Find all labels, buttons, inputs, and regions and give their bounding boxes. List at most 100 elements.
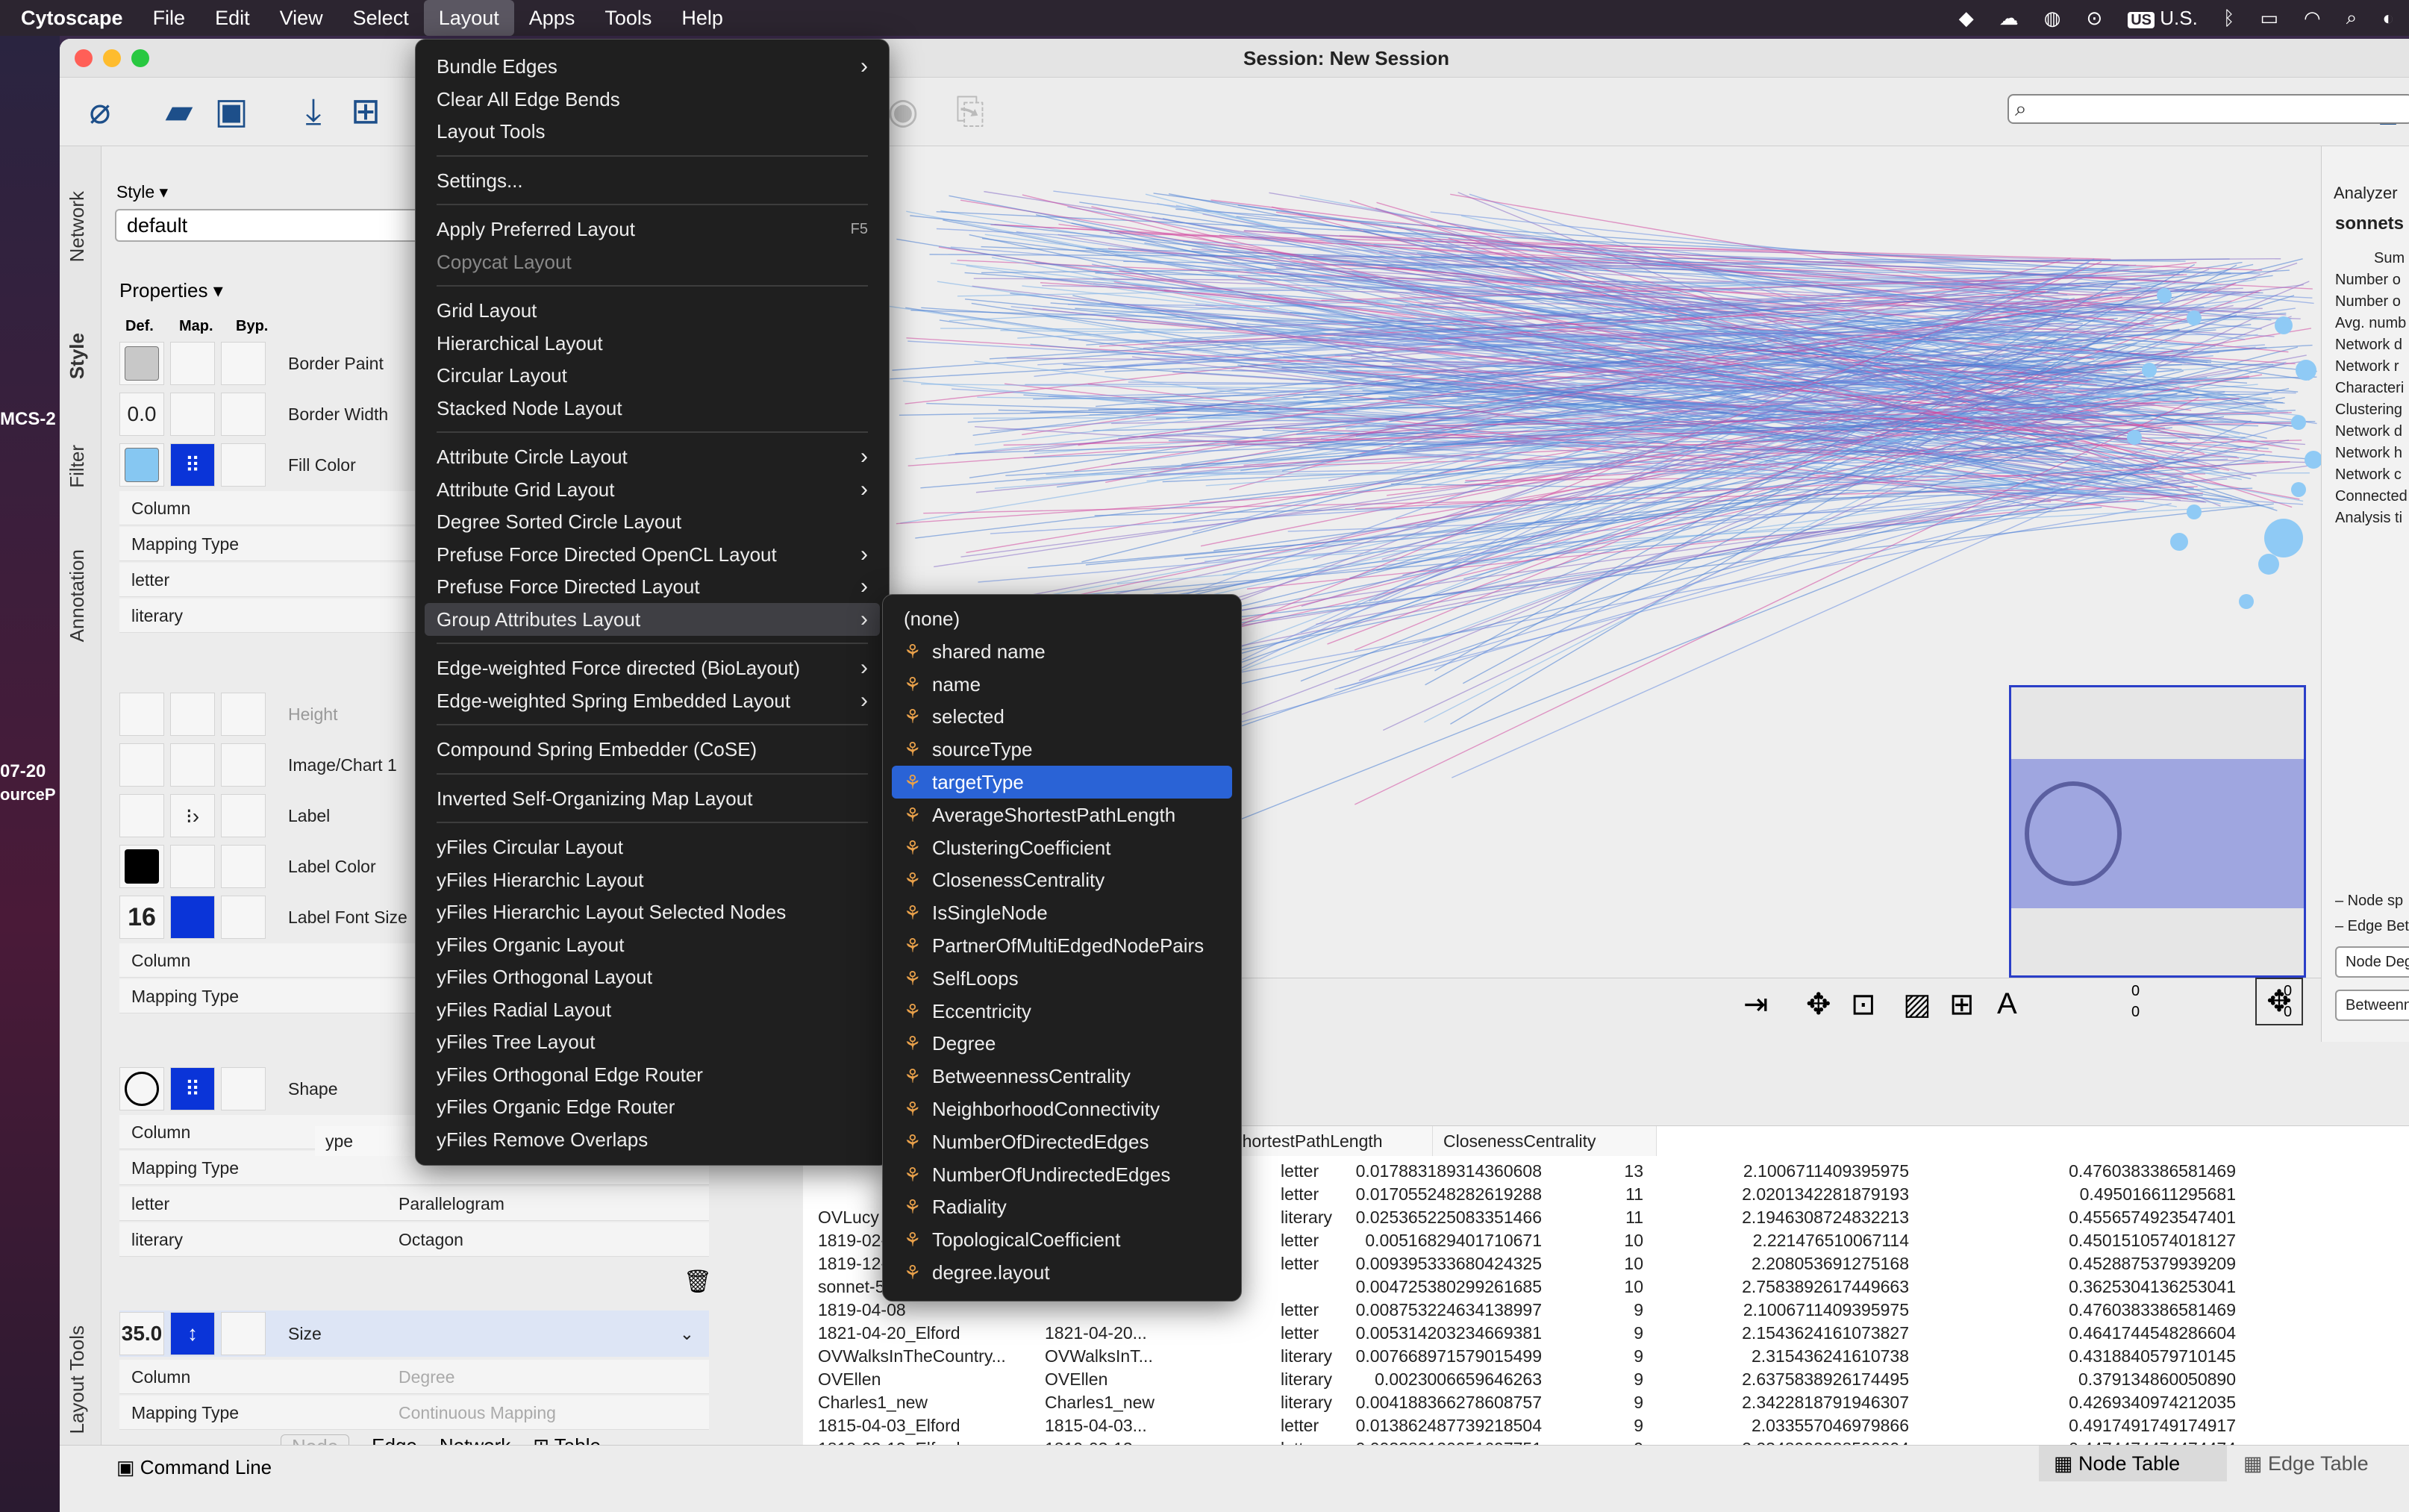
menu-item-yfiles-remove-overlaps[interactable]: yFiles Remove Overlaps	[425, 1123, 880, 1156]
annotation-icon[interactable]: ⊞	[1949, 987, 1975, 1022]
table-row[interactable]: 1821-04-20_Elford 1821-04-20... letter 0.00…	[803, 1321, 2409, 1345]
menu-item-yfiles-radial-layout[interactable]: yFiles Radial Layout	[425, 993, 880, 1026]
network-node[interactable]	[2170, 533, 2188, 551]
label-font-size-mapping[interactable]	[170, 896, 215, 939]
import-table-icon[interactable]: ⊞	[343, 90, 388, 134]
input-source[interactable]: US U.S.	[2128, 7, 2198, 30]
network-node[interactable]	[2264, 519, 2303, 557]
menu-item-apply-preferred-layout[interactable]: Apply Preferred Layout F5	[425, 213, 880, 246]
edge-table-tab[interactable]: ▦ Edge Table	[2243, 1446, 2369, 1481]
network-node[interactable]	[2275, 316, 2293, 334]
submenu-item-shared-name[interactable]: ⚘ shared name	[892, 635, 1232, 668]
style-select[interactable]: default	[115, 209, 443, 242]
node-table-tab[interactable]: ▦ Node Table	[2039, 1446, 2227, 1481]
fill-color-mapping-icon[interactable]: ⠿	[170, 443, 215, 487]
network-node[interactable]	[2127, 430, 2142, 445]
desktop-folder-label[interactable]: MCS-2	[0, 409, 56, 430]
bluetooth-icon[interactable]: ᛒ	[2223, 7, 2235, 30]
menu-item-settings[interactable]: Settings...	[425, 164, 880, 197]
menu-file[interactable]: File	[138, 0, 201, 36]
label-passthrough-icon[interactable]: ⁝›	[170, 794, 215, 837]
tab-network[interactable]: Network	[66, 191, 89, 262]
menu-item-compound-spring-embedder-cose[interactable]: Compound Spring Embedder (CoSE)	[425, 733, 880, 766]
tab-annotation[interactable]: Annotation	[66, 549, 89, 642]
chevron-down-icon[interactable]: ⌄	[680, 1324, 694, 1344]
network-node[interactable]	[2291, 482, 2306, 497]
submenu-item-closenesscentrality[interactable]: ⚘ ClosenessCentrality	[892, 863, 1232, 896]
tab-filter[interactable]: Filter	[66, 445, 89, 488]
search-input[interactable]: ⌕	[2008, 94, 2409, 124]
tab-style[interactable]: Style	[66, 333, 89, 379]
submenu-item-betweennesscentrality[interactable]: ⚘ BetweennessCentrality	[892, 1060, 1232, 1093]
submenu-item-issinglenode[interactable]: ⚘ IsSingleNode	[892, 896, 1232, 929]
size-column-value[interactable]: Degree	[399, 1360, 454, 1394]
submenu-item-clusteringcoefficient[interactable]: ⚘ ClusteringCoefficient	[892, 831, 1232, 864]
network-node[interactable]	[2157, 288, 2172, 303]
submenu-item-degree[interactable]: ⚘ Degree	[892, 1027, 1232, 1060]
accessibility-icon[interactable]: ⊙	[2086, 7, 2102, 30]
size-mapping-value[interactable]: Continuous Mapping	[399, 1396, 556, 1430]
shape-mapping-icon[interactable]: ⠿	[170, 1067, 215, 1110]
menu-tools[interactable]: Tools	[590, 0, 666, 36]
properties-dropdown[interactable]: Properties ▾	[119, 279, 223, 302]
submenu-item-partnerofmultiedgednodepairs[interactable]: ⚘ PartnerOfMultiEdgedNodePairs	[892, 929, 1232, 962]
control-center-icon[interactable]: ◐	[2382, 7, 2394, 30]
menu-item-degree-sorted-circle-layout[interactable]: Degree Sorted Circle Layout	[425, 505, 880, 538]
menu-item-attribute-circle-layout[interactable]: Attribute Circle Layout ›	[425, 440, 880, 473]
label-color-mapping[interactable]	[170, 845, 215, 888]
tab-layout-tools[interactable]: Layout Tools	[66, 1325, 89, 1434]
label-text-icon[interactable]: A	[1997, 987, 2017, 1021]
label-font-size-bypass[interactable]	[221, 896, 266, 939]
size-bypass[interactable]	[221, 1312, 266, 1355]
menu-item-stacked-node-layout[interactable]: Stacked Node Layout	[425, 392, 880, 425]
submenu-item-sourcetype[interactable]: ⚘ sourceType	[892, 733, 1232, 766]
betweenness-button[interactable]: Betweenn	[2335, 990, 2409, 1021]
table-row[interactable]: Charles1_new Charles1_new literary 0.004188…	[803, 1390, 2409, 1414]
menu-item-attribute-grid-layout[interactable]: Attribute Grid Layout ›	[425, 473, 880, 506]
cloud-icon[interactable]: ☁	[1999, 7, 2019, 30]
border-width-default[interactable]: 0.0	[119, 393, 164, 436]
label-font-size-default[interactable]: 16	[119, 896, 164, 939]
menu-item-grid-layout[interactable]: Grid Layout	[425, 294, 880, 327]
network-node[interactable]	[2142, 363, 2157, 378]
import-network-icon[interactable]: ⤓	[291, 90, 336, 134]
desktop-file-label[interactable]: 07-20	[0, 761, 46, 782]
submenu-item-degree-layout[interactable]: ⚘ degree.layout	[892, 1256, 1232, 1289]
dropbox-icon[interactable]: ◆	[1959, 7, 1974, 30]
network-node[interactable]	[2258, 554, 2279, 575]
menu-item-layout-tools[interactable]: Layout Tools	[425, 115, 880, 148]
menu-item-edge-weighted-spring-embedded-layout[interactable]: Edge-weighted Spring Embedded Layout ›	[425, 684, 880, 717]
menu-item-yfiles-organic-edge-router[interactable]: yFiles Organic Edge Router	[425, 1090, 880, 1123]
border-width-mapping[interactable]	[170, 393, 215, 436]
command-line-toggle[interactable]: ▣ Command Line	[116, 1456, 272, 1479]
pan-navigator-icon[interactable]: ✥	[2255, 978, 2303, 1025]
menu-item-yfiles-hierarchic-layout-selected-nodes[interactable]: yFiles Hierarchic Layout Selected Nodes	[425, 896, 880, 928]
border-paint-mapping[interactable]	[170, 342, 215, 385]
menu-item-clear-all-edge-bends[interactable]: Clear All Edge Bends	[425, 83, 880, 116]
image-chart-bypass[interactable]	[221, 743, 266, 787]
submenu-item-radiality[interactable]: ⚘ Radiality	[892, 1190, 1232, 1223]
network-node[interactable]	[2187, 310, 2202, 325]
submenu-item-targettype[interactable]: ⚘ targetType	[892, 766, 1232, 799]
shape-letter-value[interactable]: Parallelogram	[399, 1187, 504, 1221]
open-folder-icon[interactable]: ▰	[157, 90, 201, 134]
height-mapping[interactable]	[170, 693, 215, 736]
search-icon[interactable]: ⌕	[2346, 6, 2358, 30]
save-icon[interactable]: ▣	[209, 90, 254, 134]
network-node[interactable]	[2291, 415, 2306, 430]
submenu-item-neighborhoodconnectivity[interactable]: ⚘ NeighborhoodConnectivity	[892, 1093, 1232, 1125]
menu-select[interactable]: Select	[338, 0, 424, 36]
menu-item-yfiles-circular-layout[interactable]: yFiles Circular Layout	[425, 831, 880, 863]
menu-app-name[interactable]: Cytoscape	[0, 0, 138, 36]
submenu-item-name[interactable]: ⚘ name	[892, 668, 1232, 701]
size-default[interactable]: 35.0	[119, 1312, 164, 1355]
size-mapping-icon[interactable]: ↕	[170, 1312, 215, 1355]
menu-apps[interactable]: Apps	[514, 0, 590, 36]
border-width-bypass[interactable]	[221, 393, 266, 436]
height-default[interactable]	[119, 693, 164, 736]
battery-icon[interactable]: ▭	[2260, 7, 2278, 30]
desktop-file-label-2[interactable]: ourceP	[0, 785, 56, 805]
menu-item-circular-layout[interactable]: Circular Layout	[425, 359, 880, 392]
network-node[interactable]	[2296, 360, 2316, 381]
label-color-default[interactable]	[119, 845, 164, 888]
